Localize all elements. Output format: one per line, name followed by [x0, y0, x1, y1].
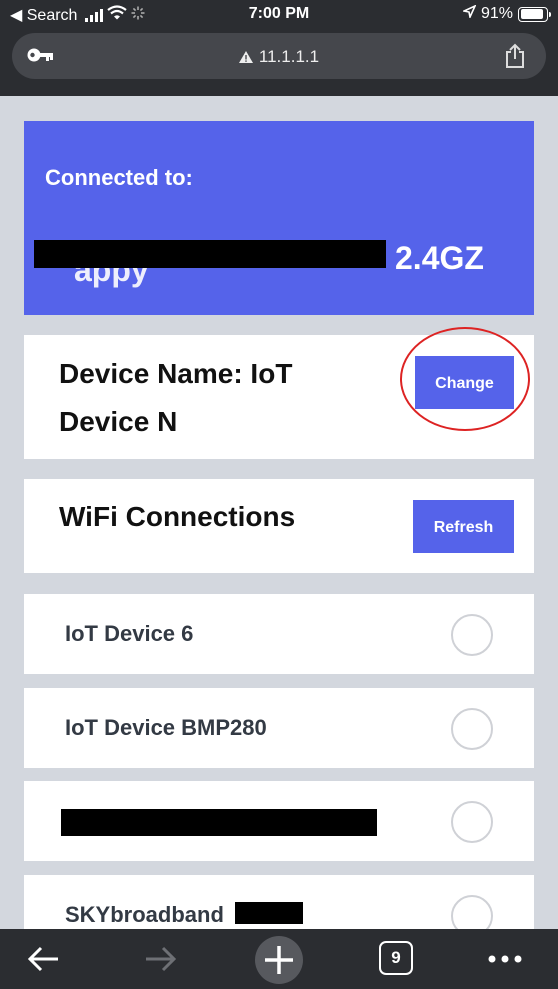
refresh-button[interactable]: Refresh — [413, 500, 514, 553]
battery-percent: 91% — [480, 5, 513, 22]
location-arrow-icon — [461, 4, 477, 23]
status-bar: ◀ Search 7:00 PM 91% — [0, 0, 558, 28]
change-button[interactable]: Change — [415, 356, 514, 409]
tab-count-button[interactable]: 9 — [379, 941, 413, 975]
network-label: IoT Device BMP280 — [65, 715, 267, 740]
battery-icon — [518, 6, 551, 22]
device-name: Device Name: IoT Device N — [59, 358, 293, 437]
network-label: SKYbroadband — [65, 902, 224, 927]
network-item[interactable]: SKYbroadband — [24, 875, 534, 937]
more-dots-icon[interactable] — [485, 939, 525, 979]
network-radio[interactable] — [451, 801, 493, 843]
network-item[interactable]: IoT Device 6 — [24, 594, 534, 674]
new-tab-plus-icon[interactable] — [255, 936, 303, 984]
network-item[interactable] — [24, 781, 534, 861]
url-display[interactable]: 11.1.1.1 — [12, 47, 546, 67]
forward-arrow-icon[interactable] — [140, 939, 180, 979]
browser-toolbar: 9 — [0, 929, 558, 989]
network-radio[interactable] — [451, 708, 493, 750]
ssid-suffix: 2.4GZ — [395, 240, 484, 276]
redaction-bar — [34, 240, 386, 268]
network-label: IoT Device 6 — [65, 621, 194, 646]
connected-card: Connected to: appy 2.4GZ — [24, 121, 534, 315]
connected-label: Connected to: — [45, 165, 193, 190]
status-right: 91% — [461, 4, 551, 23]
connected-ssid: appy 2.4GZ — [34, 240, 524, 296]
address-bar[interactable]: 11.1.1.1 — [12, 33, 546, 79]
wifi-header-card: WiFi Connections Refresh — [24, 479, 534, 573]
url-text: 11.1.1.1 — [258, 47, 320, 66]
device-card: Device Name: IoT Device N Change — [24, 327, 534, 459]
wifi-title: WiFi Connections — [59, 501, 296, 532]
redaction-bar — [61, 809, 377, 836]
back-arrow-icon[interactable] — [24, 939, 64, 979]
warning-icon — [238, 51, 253, 63]
network-radio[interactable] — [451, 614, 493, 656]
browser-chrome: ◀ Search 7:00 PM 91% 11.1.1.1 — [0, 0, 558, 96]
share-icon[interactable] — [504, 43, 526, 74]
network-item[interactable]: IoT Device BMP280 — [24, 688, 534, 768]
redaction-bar — [235, 902, 303, 924]
